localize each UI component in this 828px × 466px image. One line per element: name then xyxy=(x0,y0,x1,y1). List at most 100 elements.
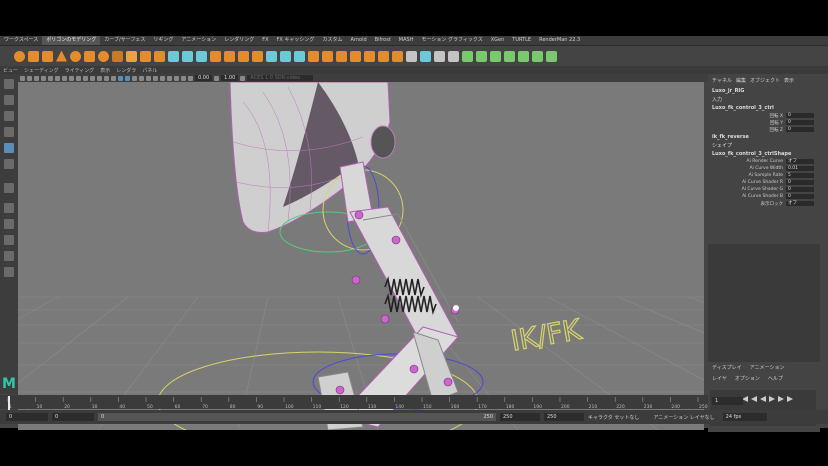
motion-blur-icon[interactable] xyxy=(160,75,165,81)
torus-icon[interactable] xyxy=(70,50,81,62)
lasso-tool-icon[interactable] xyxy=(4,95,14,105)
menu-item[interactable]: ポリゴンのモデリング xyxy=(42,36,101,45)
platonic-icon[interactable] xyxy=(112,50,123,62)
cut-uv-icon[interactable] xyxy=(406,50,417,62)
playback-end-field[interactable]: 250 xyxy=(500,413,540,421)
append-icon[interactable] xyxy=(350,50,361,62)
gamma-icon[interactable] xyxy=(214,75,220,81)
viewport-menu-item[interactable]: シェーディング xyxy=(21,67,62,74)
current-frame-field[interactable]: 1 xyxy=(712,397,743,405)
control-name[interactable]: Luxo_fk_control_3_ctrl xyxy=(708,104,820,112)
texel-icon[interactable] xyxy=(462,50,473,62)
sphere-icon[interactable] xyxy=(14,50,25,62)
last-tool-icon[interactable] xyxy=(4,183,14,193)
grab-icon[interactable] xyxy=(532,50,543,62)
channel-value[interactable]: 5 xyxy=(786,173,814,178)
boolean-icon[interactable] xyxy=(210,50,221,62)
paint-select-icon[interactable] xyxy=(4,111,14,121)
color-mgmt-icon[interactable] xyxy=(240,75,246,81)
menu-item[interactable]: ワークスペース xyxy=(0,36,42,45)
lights-icon[interactable] xyxy=(139,75,144,81)
layer-menu-item[interactable]: オプション xyxy=(735,375,760,382)
viewport-menu-item[interactable]: レンダラ xyxy=(113,67,139,74)
resolution-gate-icon[interactable] xyxy=(62,75,67,81)
fps-dropdown[interactable]: 24 fps xyxy=(722,413,767,421)
default-material-icon[interactable] xyxy=(111,75,116,81)
layer-menu-item[interactable]: レイヤ xyxy=(712,375,727,382)
viewport-menu-item[interactable]: ライティング xyxy=(62,67,98,74)
wireframe-on-shaded-icon[interactable] xyxy=(118,75,123,81)
single-view-icon[interactable] xyxy=(4,203,14,213)
menu-item[interactable]: MASH xyxy=(395,36,418,45)
sew-uv-icon[interactable] xyxy=(420,50,431,62)
target-weld-icon[interactable] xyxy=(294,50,305,62)
channel-value[interactable]: 0.01 xyxy=(786,166,814,171)
layout-icon[interactable] xyxy=(448,50,459,62)
menu-item[interactable]: TURTLE xyxy=(508,36,535,45)
ssao-icon[interactable] xyxy=(153,75,158,81)
menu-item[interactable]: カーブ/サーフェス xyxy=(100,36,149,45)
channel-row[interactable]: 回転 Z0 xyxy=(708,126,820,133)
channel-row[interactable]: Ai Curve Width 0.01 xyxy=(708,165,820,172)
aa-icon[interactable] xyxy=(167,75,172,81)
quad-draw-icon[interactable] xyxy=(308,50,319,62)
channel-value[interactable]: オフ xyxy=(786,159,814,164)
image-plane-icon[interactable] xyxy=(41,75,46,81)
disc-icon[interactable] xyxy=(98,50,109,62)
cylinder-icon[interactable] xyxy=(42,50,53,62)
channel-row[interactable]: Ai Curve Shader R0 xyxy=(708,179,820,186)
channel-row[interactable]: Ai Curve Shader B0 xyxy=(708,193,820,200)
channel-value[interactable]: オフ xyxy=(786,201,814,206)
text-icon[interactable] xyxy=(140,50,151,62)
textured-icon[interactable] xyxy=(132,75,137,81)
isolate-icon[interactable] xyxy=(174,75,179,81)
near-field[interactable]: 0.00 xyxy=(195,75,213,81)
rotate-tool-icon[interactable] xyxy=(4,143,14,153)
multi-cut-icon[interactable] xyxy=(280,50,291,62)
channel-box-tab[interactable]: 編集 xyxy=(736,77,746,84)
layer-menu-item[interactable]: ヘルプ xyxy=(768,375,783,382)
colorspace-dropdown[interactable]: ACES 1.0 SDR-video xyxy=(247,75,314,81)
playback-start-field[interactable]: 0 xyxy=(52,413,94,421)
menu-item[interactable]: リギング xyxy=(149,36,177,45)
two-view-icon[interactable] xyxy=(4,235,14,245)
exposure-icon[interactable] xyxy=(188,75,193,81)
four-view-icon[interactable] xyxy=(4,219,14,229)
bookmark-icon[interactable] xyxy=(34,75,39,81)
cube-icon[interactable] xyxy=(28,50,39,62)
channel-row[interactable]: Ai Render Curve オフ xyxy=(708,158,820,165)
auto-map-icon[interactable] xyxy=(392,50,403,62)
outliner-icon[interactable] xyxy=(4,267,14,277)
extrude-icon[interactable] xyxy=(224,50,235,62)
channel-row[interactable]: 回転 Y0 xyxy=(708,119,820,126)
checker-icon[interactable] xyxy=(476,50,487,62)
menu-item[interactable]: カスタム xyxy=(318,36,346,45)
channel-value[interactable]: 0 xyxy=(786,194,814,199)
channel-value[interactable]: 0 xyxy=(786,187,814,192)
mirror-icon[interactable] xyxy=(336,50,347,62)
play-forward-icon[interactable] xyxy=(769,396,775,402)
channel-value[interactable]: 0 xyxy=(786,127,814,132)
smooth-icon[interactable] xyxy=(196,50,207,62)
gate-mask-icon[interactable] xyxy=(69,75,74,81)
channel-value[interactable]: 0 xyxy=(786,113,814,118)
select-camera-icon[interactable] xyxy=(20,75,25,81)
svg-icon[interactable] xyxy=(126,50,137,62)
outliner-layout-icon[interactable] xyxy=(4,251,14,261)
separate-icon[interactable] xyxy=(182,50,193,62)
combine-icon[interactable] xyxy=(168,50,179,62)
planar-map-icon[interactable] xyxy=(378,50,389,62)
channel-row[interactable]: 回転 X0 xyxy=(708,112,820,119)
xray-joints-icon[interactable] xyxy=(181,75,186,81)
channel-row[interactable]: 表示ロック オフ xyxy=(708,200,820,207)
channel-box-tab[interactable]: チャネル xyxy=(712,77,732,84)
shape-node-name[interactable]: Luxo_fk_control_3_ctrlShape xyxy=(708,150,820,158)
anim-layer-dropdown[interactable]: アニメーション レイヤなし xyxy=(653,414,714,421)
bridge-icon[interactable] xyxy=(252,50,263,62)
step-forward-icon[interactable] xyxy=(778,396,784,402)
svg-type-icon[interactable] xyxy=(154,50,165,62)
layer-tab[interactable]: アニメーション xyxy=(750,364,785,371)
sculpt-icon[interactable] xyxy=(504,50,515,62)
ik-node-name[interactable]: ik_fk_reverse xyxy=(708,133,820,141)
channel-row[interactable]: Ai Curve Shader G0 xyxy=(708,186,820,193)
